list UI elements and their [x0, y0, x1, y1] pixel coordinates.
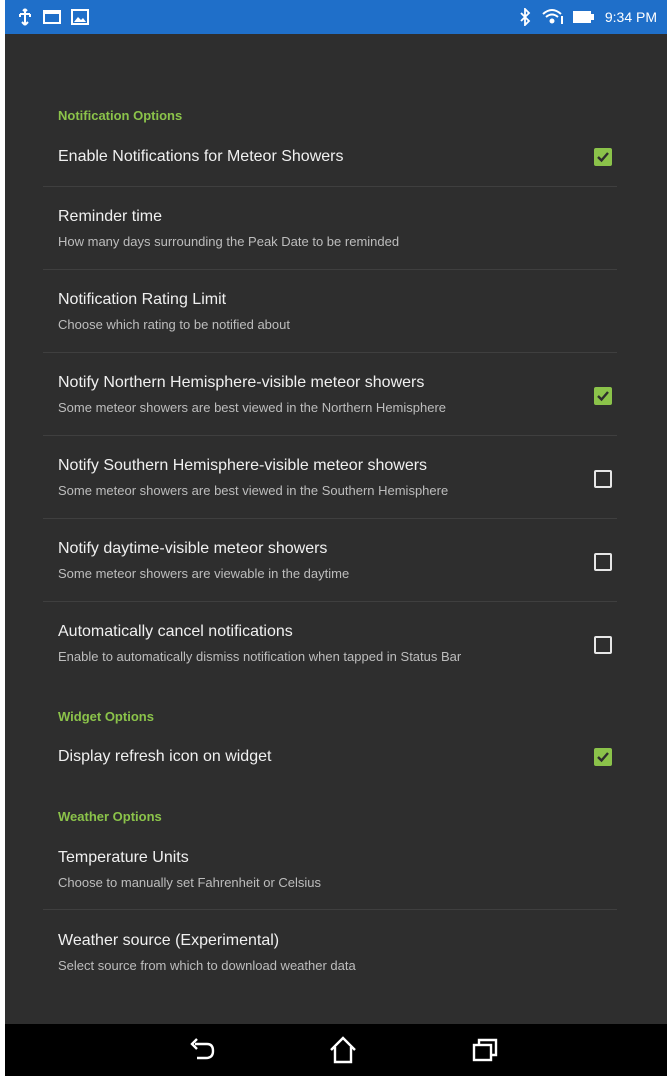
pref-northern-hemisphere[interactable]: Notify Northern Hemisphere-visible meteo… [43, 369, 615, 429]
back-icon [190, 1038, 215, 1060]
checkbox-refresh-icon[interactable] [594, 748, 612, 766]
pref-summary: Choose which rating to be notified about [58, 317, 290, 332]
pref-weather-source[interactable]: Weather source (Experimental) Select sou… [43, 924, 615, 984]
checkbox-auto-cancel[interactable] [594, 636, 612, 654]
device-screen: 9:34 PM Notification Options Enable Noti… [5, 0, 667, 1076]
pref-summary: Some meteor showers are best viewed in t… [58, 483, 449, 498]
pref-title: Notify daytime-visible meteor showers [58, 540, 328, 557]
checkbox-enable-notifications[interactable] [594, 148, 612, 166]
home-button[interactable] [325, 1034, 361, 1066]
pref-summary: Enable to automatically dismiss notifica… [58, 649, 462, 664]
pref-summary: How many days surrounding the Peak Date … [58, 234, 400, 249]
pref-title: Weather source (Experimental) [58, 932, 280, 949]
pref-title: Notification Rating Limit [58, 291, 227, 308]
divider [43, 601, 617, 602]
pref-southern-hemisphere[interactable]: Notify Southern Hemisphere-visible meteo… [43, 452, 615, 512]
back-button[interactable] [184, 1034, 220, 1066]
pref-summary: Some meteor showers are viewable in the … [58, 566, 350, 581]
pref-title: Reminder time [58, 208, 163, 225]
divider [43, 269, 617, 270]
divider [43, 352, 617, 353]
check-icon [597, 391, 609, 402]
bluetooth-icon [519, 7, 531, 27]
section-header-notification: Notification Options [58, 108, 183, 123]
pref-summary: Some meteor showers are best viewed in t… [58, 400, 447, 415]
divider [43, 909, 617, 910]
checkbox-southern-hemisphere[interactable] [594, 470, 612, 488]
pref-reminder-time[interactable]: Reminder time How many days surrounding … [43, 202, 615, 262]
pref-title: Notify Northern Hemisphere-visible meteo… [58, 374, 425, 391]
check-icon [597, 152, 609, 163]
navigation-bar [5, 1024, 667, 1076]
recents-button[interactable] [467, 1034, 503, 1066]
home-icon [330, 1036, 356, 1064]
recents-icon [472, 1038, 498, 1062]
status-bar-right: 9:34 PM [519, 7, 657, 27]
pref-daytime-visible[interactable]: Notify daytime-visible meteor showers So… [43, 535, 615, 595]
pref-summary: Select source from which to download wea… [58, 958, 356, 973]
pref-rating-limit[interactable]: Notification Rating Limit Choose which r… [43, 286, 615, 346]
divider [43, 435, 617, 436]
wifi-icon [541, 7, 563, 27]
usb-icon [17, 7, 33, 27]
divider [43, 186, 617, 187]
pref-refresh-icon[interactable]: Display refresh icon on widget [43, 734, 615, 782]
check-icon [597, 752, 609, 763]
divider [43, 518, 617, 519]
gallery-icon [71, 7, 89, 27]
pref-summary: Choose to manually set Fahrenheit or Cel… [58, 875, 322, 890]
pref-title: Notify Southern Hemisphere-visible meteo… [58, 457, 428, 474]
checkbox-daytime-visible[interactable] [594, 553, 612, 571]
section-header-weather: Weather Options [58, 809, 162, 824]
section-header-widget: Widget Options [58, 709, 154, 724]
battery-icon [572, 7, 595, 27]
pref-title: Display refresh icon on widget [58, 748, 272, 765]
status-bar-left [17, 7, 89, 27]
screen-icon [43, 7, 61, 27]
pref-temperature-units[interactable]: Temperature Units Choose to manually set… [43, 841, 615, 901]
status-bar: 9:34 PM [5, 0, 667, 34]
settings-list[interactable]: Notification Options Enable Notification… [5, 34, 667, 1024]
pref-title: Enable Notifications for Meteor Showers [58, 148, 344, 165]
pref-auto-cancel[interactable]: Automatically cancel notifications Enabl… [43, 618, 615, 678]
checkbox-northern-hemisphere[interactable] [594, 387, 612, 405]
pref-title: Automatically cancel notifications [58, 623, 293, 640]
pref-enable-notifications[interactable]: Enable Notifications for Meteor Showers [43, 134, 615, 184]
pref-title: Temperature Units [58, 849, 189, 866]
status-time: 9:34 PM [604, 9, 657, 25]
